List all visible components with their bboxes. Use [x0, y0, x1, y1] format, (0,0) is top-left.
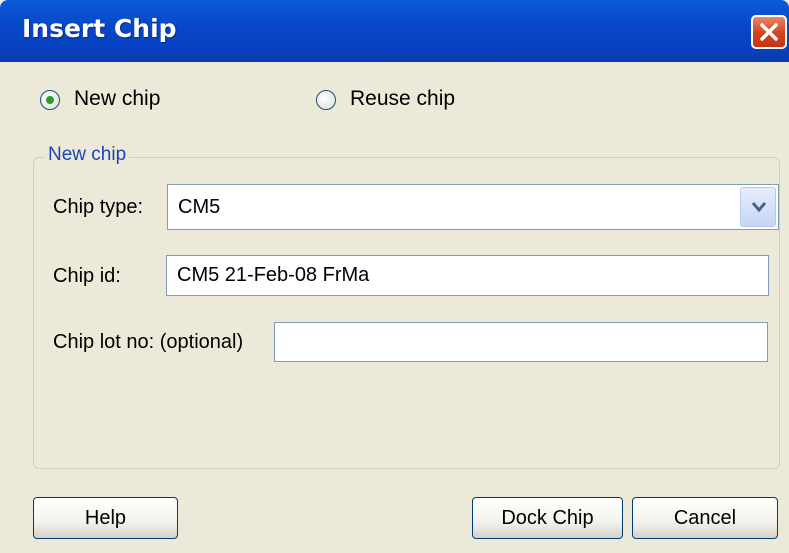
chevron-down-icon — [751, 202, 767, 213]
radio-button-selected[interactable] — [40, 90, 60, 110]
radio-label-new-chip: New chip — [74, 87, 161, 110]
chip-type-label: Chip type: — [53, 196, 144, 218]
radio-label-reuse-chip: Reuse chip — [350, 87, 456, 110]
insert-chip-dialog: Insert Chip New chip Reuse chip New chip… — [0, 0, 789, 553]
chip-id-input[interactable]: CM5 21-Feb-08 FrMa — [166, 255, 769, 296]
cancel-button[interactable]: Cancel — [632, 497, 778, 539]
radio-button-unselected[interactable] — [316, 90, 336, 110]
chip-type-value: CM5 — [178, 196, 221, 218]
chip-type-select[interactable]: CM5 — [167, 184, 779, 230]
chip-lot-input[interactable] — [274, 322, 768, 362]
chip-lot-label: Chip lot no: (optional) — [53, 331, 244, 353]
window-title: Insert Chip — [22, 14, 177, 43]
close-icon — [760, 23, 778, 41]
close-button[interactable] — [751, 15, 787, 49]
dock-chip-button[interactable]: Dock Chip — [472, 497, 623, 539]
dropdown-button[interactable] — [740, 187, 776, 227]
title-bar[interactable]: Insert Chip — [0, 0, 789, 62]
groupbox-legend: New chip — [45, 144, 130, 166]
chip-id-label: Chip id: — [53, 265, 121, 287]
help-button[interactable]: Help — [33, 497, 178, 539]
